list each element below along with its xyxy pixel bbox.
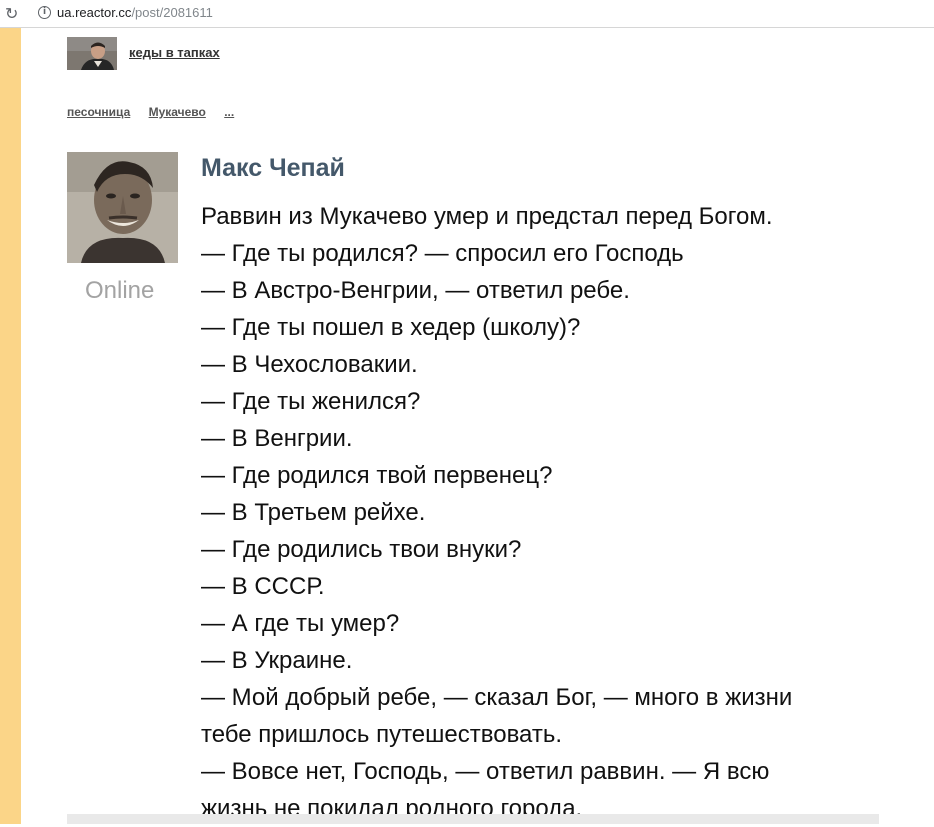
author-name[interactable]: Макс Чепай <box>201 154 345 183</box>
author-avatar[interactable] <box>67 152 178 263</box>
post-line: Раввин из Мукачево умер и предстал перед… <box>201 203 773 230</box>
reload-icon[interactable]: ↻ <box>5 4 18 23</box>
info-icon[interactable]: i <box>38 6 51 19</box>
post-line: — А где ты умер? <box>201 610 400 637</box>
post-line: — Где ты родился? — спросил его Господь <box>201 240 684 267</box>
online-status: Online <box>85 277 155 304</box>
post-line: — Где ты пошел в хедер (школу)? <box>201 314 581 341</box>
post-line: — В Чехословакии. <box>201 351 418 378</box>
bottom-divider <box>67 814 879 824</box>
post-line: — В Австро-Венгрии, — ответил ребе. <box>201 277 630 304</box>
tag-link[interactable]: песочница <box>67 105 130 119</box>
tag-list: песочница Мукачево ... <box>67 105 249 119</box>
post-line: — Где родился твой первенец? <box>201 462 553 489</box>
address-bar[interactable]: ↻ i ua.reactor.cc/post/2081611 <box>0 0 934 28</box>
post-line: — Вовсе нет, Господь, — ответил раввин. … <box>201 758 770 785</box>
tag-link[interactable]: ... <box>224 105 234 119</box>
page-content: кеды в тапках песочница Мукачево ... Onl… <box>21 28 934 824</box>
url-text[interactable]: ua.reactor.cc/post/2081611 <box>57 5 213 20</box>
post-text: Раввин из Мукачево умер и предстал перед… <box>201 198 891 827</box>
post-line: — В СССР. <box>201 573 325 600</box>
post-line: — В Третьем рейхе. <box>201 499 426 526</box>
author-avatar-image <box>67 152 178 263</box>
url-path: /post/2081611 <box>131 5 213 20</box>
left-decorative-bar <box>0 28 21 824</box>
url-host: ua.reactor.cc <box>57 5 132 20</box>
tag-link[interactable]: Мукачево <box>149 105 206 119</box>
post-line: — Где родились твои внуки? <box>201 536 522 563</box>
username-link[interactable]: кеды в тапках <box>129 45 220 60</box>
user-avatar-image <box>67 37 117 70</box>
post-line: — В Венгрии. <box>201 425 353 452</box>
post-line: — Мой добрый ребе, — сказал Бог, — много… <box>201 684 793 711</box>
post-line: — Где ты женился? <box>201 388 421 415</box>
post-line: тебе пришлось путешествовать. <box>201 721 563 748</box>
post-line: — В Украине. <box>201 647 353 674</box>
user-avatar[interactable] <box>67 37 117 70</box>
